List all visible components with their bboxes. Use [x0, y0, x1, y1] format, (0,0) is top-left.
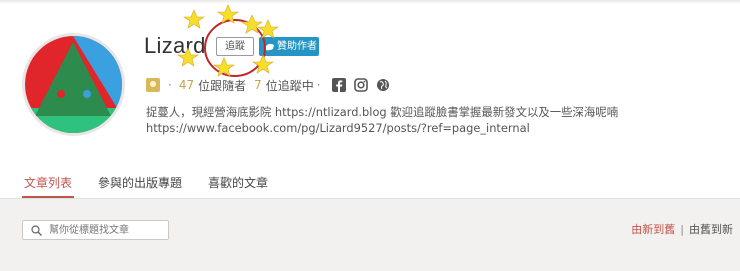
search-box[interactable] [22, 220, 169, 240]
sponsor-label: 贊助作者 [277, 41, 317, 52]
tab-articles[interactable]: 文章列表 [22, 170, 75, 198]
instagram-icon[interactable] [353, 78, 368, 92]
tab-publications[interactable]: 參與的出版專題 [96, 170, 184, 198]
following-label[interactable]: 位追蹤中 [266, 77, 314, 94]
following-count[interactable]: 7 [254, 78, 262, 92]
search-input[interactable] [49, 223, 164, 238]
follow-button[interactable]: 追蹤 [216, 37, 254, 56]
profile-name: Lizard [144, 33, 206, 58]
sort-options: 由新到舊 | 由舊到新 [631, 221, 733, 237]
sponsor-button[interactable]: 贊助作者 [259, 37, 319, 56]
coin-icon [146, 78, 160, 92]
followers-count[interactable]: 47 [179, 78, 194, 92]
profile-tabs: 文章列表 參與的出版專題 喜歡的文章 [22, 170, 292, 198]
avatar[interactable] [22, 33, 125, 136]
search-icon [31, 225, 42, 236]
profile-stats: · 47 位跟隨者 7 位追蹤中 · [146, 75, 390, 95]
coin-icon [265, 43, 274, 51]
top-band [0, 0, 740, 4]
globe-icon[interactable] [376, 78, 390, 92]
tab-liked-articles[interactable]: 喜歡的文章 [206, 170, 270, 198]
sort-oldest[interactable]: 由舊到新 [689, 221, 733, 237]
bio-line: 捉蔓人，現經營海底影院 https://ntlizard.blog 歡迎追蹤臉書… [146, 105, 619, 119]
followers-label[interactable]: 位跟隨者 [198, 77, 246, 94]
profile-bio: 捉蔓人，現經營海底影院 https://ntlizard.blog 歡迎追蹤臉書… [146, 104, 726, 136]
bio-link[interactable]: https://www.facebook.com/pg/Lizard9527/p… [146, 120, 726, 136]
facebook-icon[interactable] [331, 78, 346, 92]
sort-newest[interactable]: 由新到舊 [631, 221, 675, 237]
